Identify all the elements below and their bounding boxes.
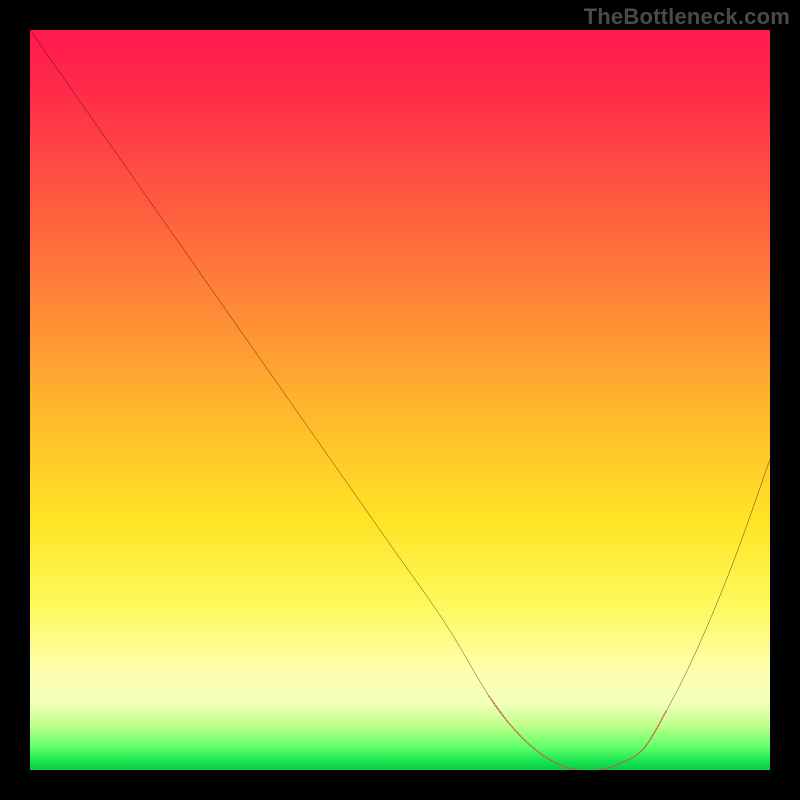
plot-area <box>30 30 770 770</box>
optimal-range-marker <box>489 696 667 770</box>
bottleneck-curve <box>30 30 770 770</box>
chart-frame: TheBottleneck.com <box>0 0 800 800</box>
curve-layer <box>30 30 770 770</box>
watermark-text: TheBottleneck.com <box>584 4 790 30</box>
